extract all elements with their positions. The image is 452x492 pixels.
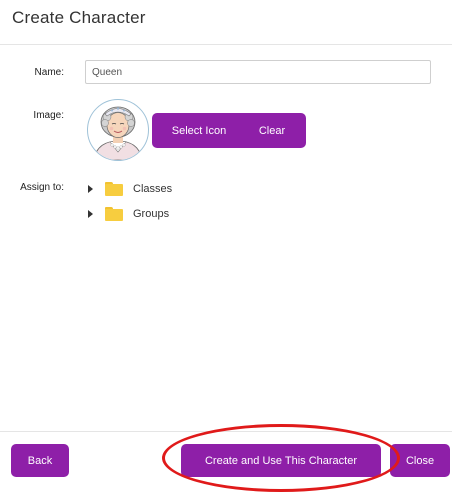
icon-button-group: Select Icon Clear bbox=[152, 113, 306, 148]
select-icon-button[interactable]: Select Icon bbox=[152, 113, 246, 148]
close-button[interactable]: Close bbox=[390, 444, 450, 477]
dialog-title: Create Character bbox=[12, 8, 146, 27]
image-label: Image: bbox=[33, 110, 64, 121]
header-divider bbox=[0, 44, 452, 45]
queen-avatar-icon bbox=[87, 99, 149, 161]
assign-to-label: Assign to: bbox=[20, 182, 64, 193]
name-input[interactable] bbox=[85, 60, 431, 84]
tree-item-label: Classes bbox=[133, 183, 173, 195]
tree-item-classes[interactable]: Classes bbox=[86, 179, 172, 199]
name-label: Name: bbox=[34, 67, 64, 78]
back-button[interactable]: Back bbox=[11, 444, 69, 477]
tree-item-groups[interactable]: Groups bbox=[86, 204, 169, 224]
tree-item-label: Groups bbox=[133, 208, 170, 220]
folder-icon bbox=[105, 207, 123, 221]
create-and-use-character-button[interactable]: Create and Use This Character bbox=[181, 444, 381, 477]
folder-icon bbox=[105, 182, 123, 196]
caret-right-icon[interactable] bbox=[88, 185, 93, 193]
clear-icon-button[interactable]: Clear bbox=[246, 113, 298, 148]
footer-divider bbox=[0, 431, 452, 432]
caret-right-icon[interactable] bbox=[88, 210, 93, 218]
